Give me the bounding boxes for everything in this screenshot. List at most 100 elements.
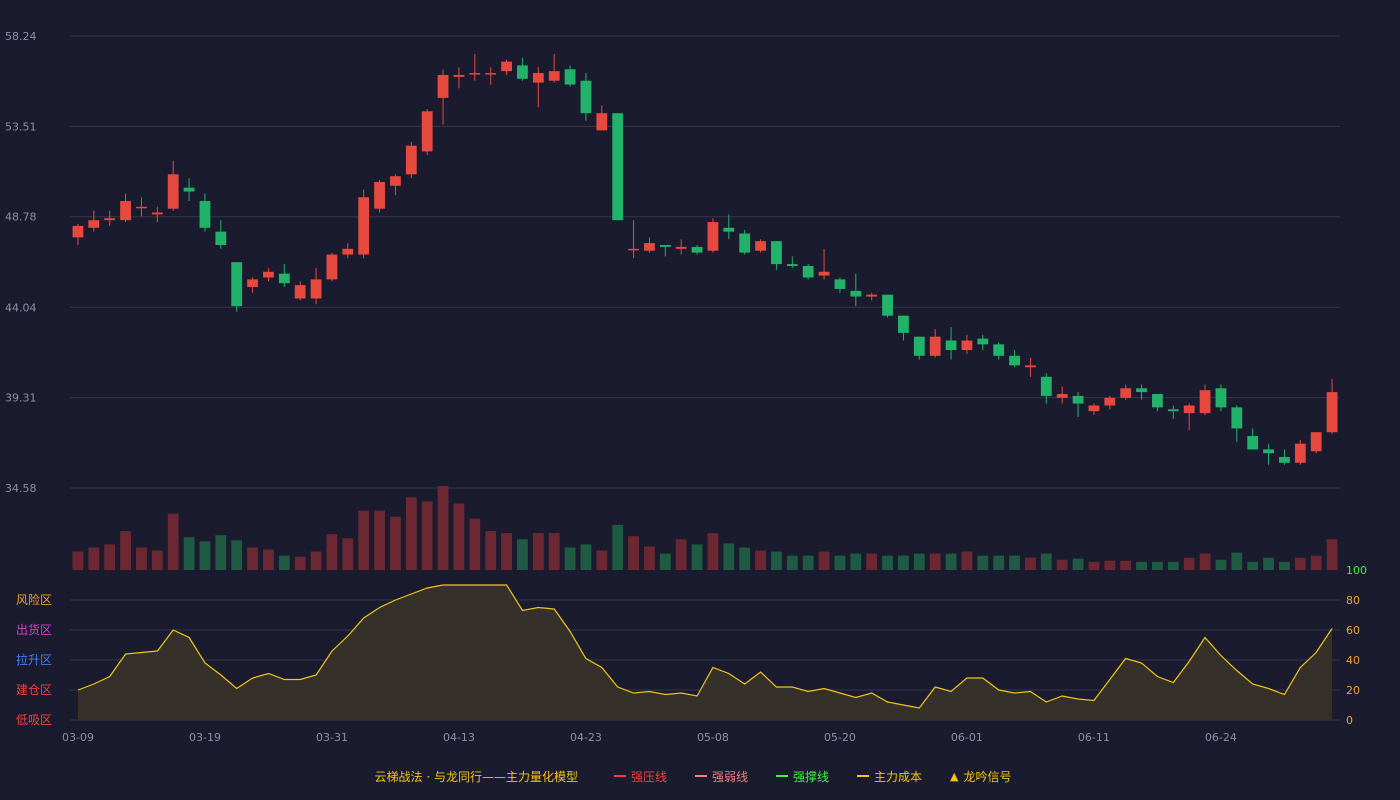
volume-bar [786,555,798,570]
volume-bar [1199,553,1211,570]
zone-label: 低吸区 [16,713,52,727]
candle-body [1104,397,1116,406]
solid-line-swatch [775,775,788,777]
date-tick-label: 03-19 [189,731,221,744]
candle-body [961,340,973,351]
date-tick-label: 03-31 [316,731,348,744]
volume-bar [151,550,163,570]
candle-body [183,187,195,192]
price-tick-label: 48.78 [5,211,37,224]
zone-label: 拉升区 [16,652,52,667]
volume-bar [199,541,211,570]
volume-bar [659,553,671,570]
candle-body [1056,394,1068,398]
zone-labels: 风险区出货区拉升区建仓区低吸区 [16,592,52,727]
date-tick-label: 05-08 [697,731,729,744]
volume-bar [945,553,957,570]
volume-bar [532,533,544,570]
candle-body [675,246,687,249]
volume-bar [501,533,512,570]
candle-body [247,279,258,288]
candle-body [1199,390,1211,414]
volume-bar [1263,557,1274,570]
volume-bar [374,510,385,570]
volume-bar [707,533,719,570]
candle-body [1152,394,1163,408]
candle-body [993,344,1005,356]
date-tick-label: 06-01 [951,731,983,744]
price-tick-label: 39.31 [5,392,37,405]
candle-body [1215,388,1227,408]
candle-body [850,290,862,297]
candle-body [501,61,512,72]
volume-bar [866,553,878,570]
candle-body [913,336,925,356]
date-axis: 03-09 03-19 03-31 04-13 04-23 05-08 05-20 06-01… [62,731,1237,744]
legend-item-main-cost: 主力成本 [857,768,922,785]
candle-body [977,338,989,345]
volume-bar [215,535,227,570]
candle-body [104,218,116,221]
volume-bar [405,497,417,570]
date-tick-label: 03-09 [62,731,94,744]
volume-bar [1326,539,1338,570]
volume-bar [1009,555,1020,570]
volume-bar [771,551,782,570]
indicator-tick-label: 100 [1346,564,1367,577]
volume-bar [818,551,830,570]
candle-body [263,271,274,278]
candle-body [485,73,497,75]
volume-bar [850,553,862,570]
indicator-tick-label: 20 [1346,684,1360,697]
candle-body [326,254,338,280]
candle-body [1009,355,1020,366]
volume-bar [294,556,306,570]
volume-bar [1183,557,1195,570]
volume-bar [1040,553,1052,570]
volume-bar [485,531,497,570]
candle-body [771,241,782,265]
candle-body [1326,392,1338,433]
candle-body [136,206,147,209]
candle-body [294,285,306,299]
indicator-tick-label: 40 [1346,654,1360,667]
volume-bar [1025,557,1036,570]
volume-bar [1072,558,1084,570]
volume-bar [913,553,925,570]
candle-body [739,233,751,253]
volume-bar [1104,560,1116,570]
volume-bar [1056,559,1068,570]
volume-bar [1247,561,1259,570]
legend-label: 主力成本 [874,769,923,784]
candlestick-chart: 58.24 53.51 48.78 44.04 39.31 34.58 0 20 40 60 80… [5,30,1367,744]
date-tick-label: 06-11 [1078,731,1110,744]
volume-bar [596,550,608,570]
legend-item-strong-support: 强撑线 [775,768,829,785]
price-tick-label: 44.04 [5,301,37,314]
candle-body [786,264,798,267]
candle-body [310,279,322,299]
candle-body [1025,365,1036,368]
candle-body [580,80,592,114]
indicator-line [77,584,1333,720]
volume-bar [1279,561,1290,570]
volume-bar [644,546,655,570]
date-tick-label: 04-23 [570,731,602,744]
volume-bars [72,486,1338,570]
volume-bar [326,534,338,570]
candle-body [231,262,243,307]
price-tick-label: 53.51 [5,120,37,133]
candle-body [1247,436,1259,450]
volume-bar [120,531,131,570]
candle-body [564,69,576,85]
volume-bar [88,547,100,570]
dashed-line-swatch [857,775,869,777]
price-tick-label: 34.58 [5,482,37,495]
candle-body [898,315,909,333]
volume-bar [1152,561,1163,570]
volume-bar [691,544,703,570]
candle-body [802,266,814,278]
volume-bar [437,486,449,570]
volume-bar [247,547,258,570]
volume-bar [342,538,354,570]
